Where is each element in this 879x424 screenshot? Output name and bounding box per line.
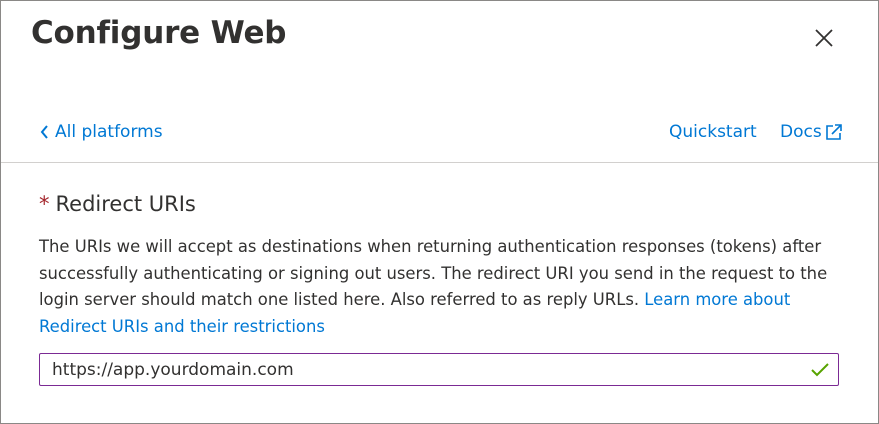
required-asterisk: * bbox=[39, 192, 50, 216]
close-icon bbox=[815, 29, 833, 47]
redirect-uri-input[interactable] bbox=[40, 354, 792, 385]
close-button[interactable] bbox=[809, 23, 839, 53]
all-platforms-link[interactable]: All platforms bbox=[39, 122, 163, 142]
divider bbox=[1, 162, 878, 163]
all-platforms-label: All platforms bbox=[55, 122, 163, 142]
external-link-icon bbox=[825, 124, 842, 140]
checkmark-icon bbox=[811, 363, 829, 377]
docs-link[interactable]: Docs bbox=[780, 122, 844, 142]
chevron-left-icon bbox=[40, 125, 48, 139]
redirect-uris-heading: * Redirect URIs bbox=[39, 192, 196, 216]
panel-title: Configure Web bbox=[31, 15, 287, 51]
quickstart-link[interactable]: Quickstart bbox=[669, 122, 757, 142]
redirect-uris-label: Redirect URIs bbox=[55, 192, 196, 216]
nav-row: All platforms Quickstart Docs bbox=[1, 119, 878, 151]
docs-label: Docs bbox=[780, 122, 822, 142]
redirect-uris-description: The URIs we will accept as destinations … bbox=[39, 234, 849, 340]
configure-web-panel: Configure Web All platforms Quickstart D… bbox=[0, 0, 879, 424]
redirect-uri-field[interactable] bbox=[39, 353, 839, 386]
